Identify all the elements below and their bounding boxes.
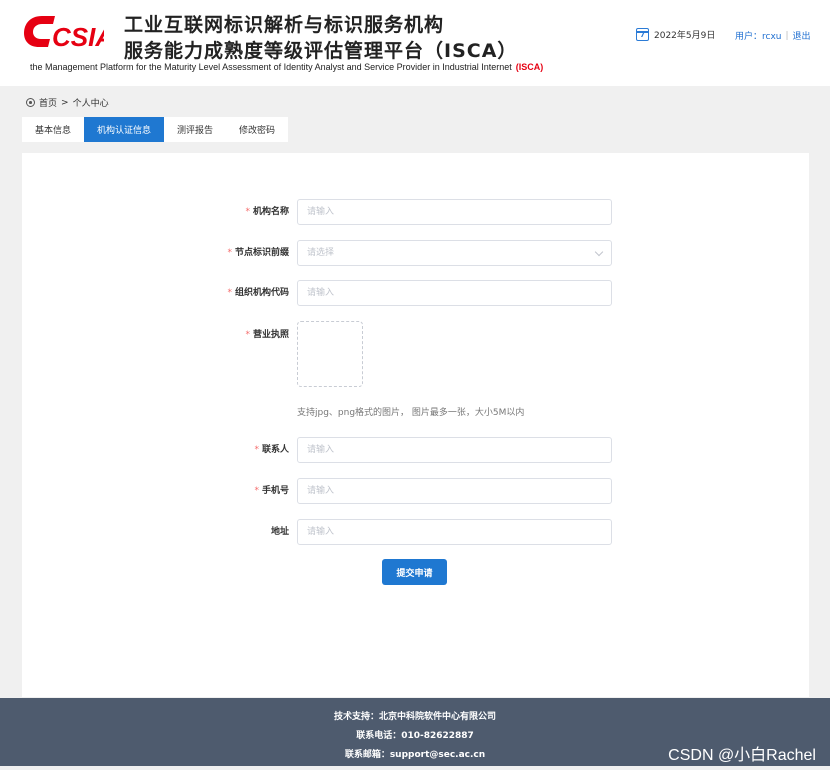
csia-logo: CSIA xyxy=(22,12,104,50)
phone-label-text: 手机号 xyxy=(261,486,289,496)
form-row-phone: * 手机号 xyxy=(22,478,809,504)
contact-label-text: 联系人 xyxy=(261,445,289,455)
org-name-label-text: 机构名称 xyxy=(252,207,289,217)
node-prefix-label-text: 节点标识前缀 xyxy=(234,248,289,258)
platform-subtitle: the Management Platform for the Maturity… xyxy=(30,62,543,72)
form-row-org-name: * 机构名称 xyxy=(22,199,809,225)
form-row-license: * 营业执照 xyxy=(22,322,809,348)
org-code-input[interactable] xyxy=(297,280,612,306)
license-label: * 营业执照 xyxy=(245,322,289,348)
org-name-input[interactable] xyxy=(297,199,612,225)
calendar-icon xyxy=(636,28,649,41)
contact-label: * 联系人 xyxy=(254,437,289,463)
form-row-org-code: * 组织机构代码 xyxy=(22,280,809,306)
location-icon xyxy=(26,98,35,107)
node-prefix-label: * 节点标识前缀 xyxy=(227,240,289,266)
required-mark: * xyxy=(227,248,232,258)
tab-assessment-report[interactable]: 测评报告 xyxy=(164,117,227,142)
logout-link[interactable]: 退出 xyxy=(793,29,811,42)
platform-title-line2: 服务能力成熟度等级评估管理平台（ISCA） xyxy=(124,40,518,62)
form-row-node-prefix: * 节点标识前缀 xyxy=(22,240,809,266)
logo-text: CSIA xyxy=(52,22,104,50)
current-date: 2022年5月9日 xyxy=(636,28,715,41)
phone-label: * 手机号 xyxy=(254,478,289,504)
license-upload-area[interactable] xyxy=(297,321,363,387)
org-code-label-text: 组织机构代码 xyxy=(234,288,289,298)
csdn-watermark: CSDN @小白Rachel xyxy=(668,747,816,764)
form-row-address: 地址 xyxy=(22,519,809,545)
address-input[interactable] xyxy=(297,519,612,545)
footer-tel: 联系电话：010-82622887 xyxy=(356,731,474,741)
breadcrumb: 首页 > 个人中心 xyxy=(26,96,109,109)
footer-support: 技术支持：北京中科院软件中心有限公司 xyxy=(333,712,496,722)
subtitle-text: the Management Platform for the Maturity… xyxy=(30,62,512,72)
org-code-label: * 组织机构代码 xyxy=(227,280,289,306)
license-label-text: 营业执照 xyxy=(252,330,289,340)
tab-basic-info[interactable]: 基本信息 xyxy=(22,117,85,142)
required-mark: * xyxy=(254,445,259,455)
certification-form-panel: *机构名称 *节点标识前缀 *组织机构代码 *营业执照 支持jpg、png格式的… xyxy=(22,153,809,697)
footer: 技术支持：北京中科院软件中心有限公司 联系电话：010-82622887 联系邮… xyxy=(0,698,830,766)
contact-input[interactable] xyxy=(297,437,612,463)
subtitle-tag: (ISCA) xyxy=(515,62,544,72)
platform-title-line1: 工业互联网标识解析与标识服务机构 xyxy=(124,14,445,36)
user-separator: | xyxy=(785,30,789,41)
required-mark: * xyxy=(227,288,232,298)
address-label: 地址 xyxy=(271,519,289,545)
header: CSIA 工业互联网标识解析与标识服务机构 服务能力成熟度等级评估管理平台（IS… xyxy=(0,0,830,86)
tab-org-certification[interactable]: 机构认证信息 xyxy=(84,117,165,142)
breadcrumb-current: 个人中心 xyxy=(72,99,109,109)
required-mark: * xyxy=(245,330,250,340)
submit-application-button[interactable]: 提交申请 xyxy=(382,559,447,585)
license-upload-hint: 支持jpg、png格式的图片， 图片最多一张，大小5M以内 xyxy=(297,408,525,418)
date-text: 2022年5月9日 xyxy=(654,31,716,41)
phone-input[interactable] xyxy=(297,478,612,504)
org-name-label: * 机构名称 xyxy=(245,199,289,225)
node-prefix-select[interactable] xyxy=(297,240,612,266)
breadcrumb-home[interactable]: 首页 xyxy=(39,96,57,109)
required-mark: * xyxy=(245,207,250,217)
tab-change-password[interactable]: 修改密码 xyxy=(226,117,289,142)
address-label-text: 地址 xyxy=(270,527,289,537)
required-mark: * xyxy=(254,486,259,496)
user-label[interactable]: 用户：rcxu xyxy=(735,29,781,42)
tab-bar: 基本信息 机构认证信息 测评报告 修改密码 xyxy=(22,117,289,142)
breadcrumb-separator: > xyxy=(61,97,69,108)
user-info: 用户：rcxu | 退出 xyxy=(735,29,811,43)
form-row-contact: * 联系人 xyxy=(22,437,809,463)
